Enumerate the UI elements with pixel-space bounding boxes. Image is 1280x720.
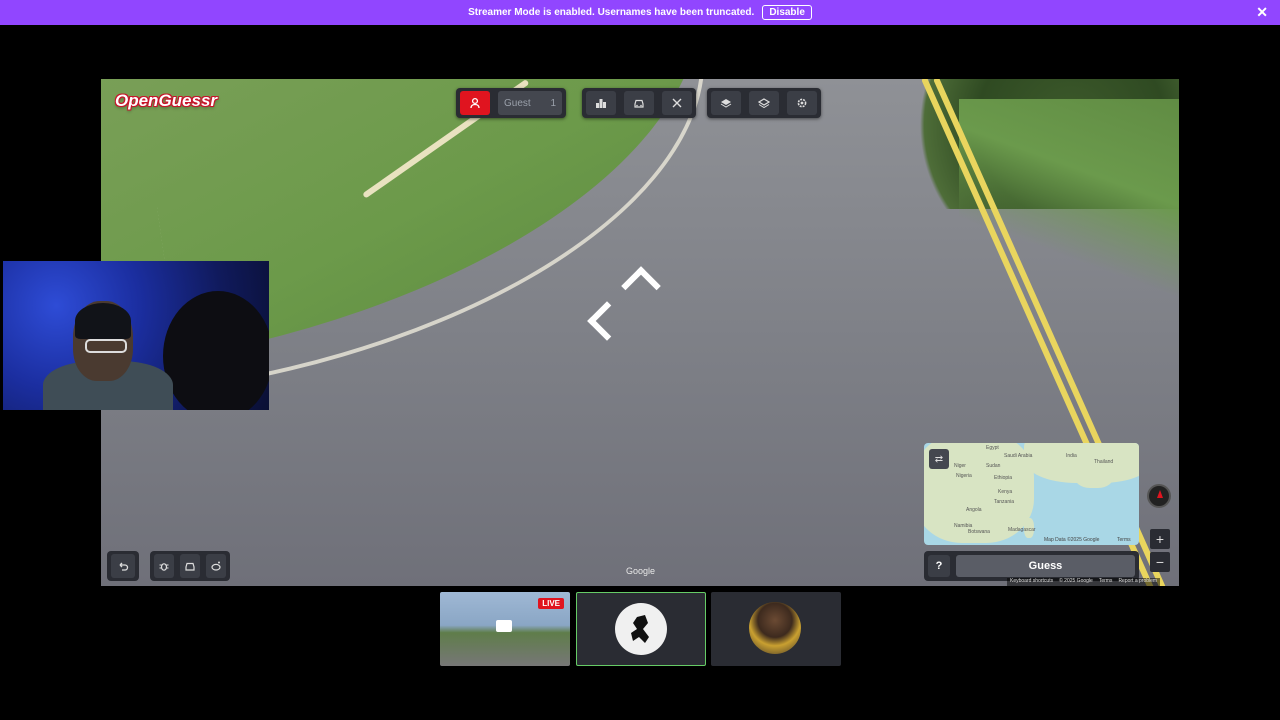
battle-mode-button[interactable] — [662, 91, 692, 115]
google-logo: Google — [626, 566, 656, 576]
player-thumbnail[interactable] — [711, 592, 841, 666]
zoom-out-button[interactable]: − — [1150, 552, 1170, 572]
close-icon[interactable]: ✕ — [1256, 5, 1268, 19]
car-icon — [634, 99, 644, 108]
map-footer: Keyboard shortcuts © 2025 Google Terms R… — [1007, 578, 1161, 586]
map-label: Ethiopia — [994, 475, 1013, 481]
map-label: Nigeria — [956, 473, 972, 479]
compass-icon[interactable] — [1147, 484, 1171, 508]
player-name: Guest — [504, 97, 531, 109]
map-terms-link[interactable]: Terms — [1117, 537, 1131, 543]
map-label: Sudan — [986, 463, 1001, 469]
reddit-button[interactable] — [206, 554, 226, 578]
gear-icon — [797, 98, 807, 108]
undo-icon — [119, 562, 129, 571]
streamer-mode-banner: Streamer Mode is enabled. Usernames have… — [0, 0, 1280, 25]
zoom-in-button[interactable]: + — [1150, 529, 1170, 549]
leaderboard-button[interactable] — [586, 91, 616, 115]
bottom-tools — [150, 551, 230, 581]
move-forward-arrow[interactable] — [621, 266, 661, 306]
guess-bar: ? Guess — [924, 551, 1139, 581]
openguessr-logo: OpenGuessr — [115, 91, 218, 110]
player-count: 1 — [550, 97, 556, 109]
podium-icon — [596, 99, 606, 108]
character-icon — [631, 615, 649, 643]
map-label: Botswana — [968, 529, 990, 535]
map-label: Kenya — [998, 489, 1013, 495]
crossed-swords-icon — [672, 98, 682, 108]
avatar — [749, 602, 801, 654]
guess-button[interactable]: Guess — [956, 555, 1135, 577]
undo-controls — [107, 551, 139, 581]
return-to-start-button[interactable] — [111, 554, 135, 578]
map-label: Niger — [954, 463, 966, 469]
user-icon — [470, 97, 480, 109]
swap-icon[interactable]: ⇄ — [929, 449, 949, 469]
map-label: India — [1066, 453, 1077, 459]
map-label: Thailand — [1094, 459, 1114, 465]
player-name-field[interactable]: Guest 1 — [498, 91, 562, 115]
car-icon — [185, 562, 195, 571]
map-label: Angola — [966, 507, 982, 513]
bug-icon — [159, 563, 169, 571]
settings-button[interactable] — [787, 91, 817, 115]
streamer-webcam — [3, 261, 269, 410]
copyright-text: © 2025 Google — [1059, 578, 1093, 584]
screen-icon — [496, 620, 512, 632]
avatar — [615, 603, 667, 655]
move-back-arrow[interactable] — [587, 301, 627, 341]
map-credit: Map Data ©2025 Google — [1044, 537, 1100, 543]
keyboard-shortcuts-link[interactable]: Keyboard shortcuts — [1010, 578, 1053, 586]
disable-streamer-mode-button[interactable]: Disable — [762, 5, 812, 20]
map-layer-button[interactable] — [711, 91, 741, 115]
drive-mode-button[interactable] — [624, 91, 654, 115]
map-label: Madagascar — [1008, 527, 1036, 533]
account-button[interactable] — [460, 91, 490, 115]
reddit-icon — [211, 561, 221, 571]
live-badge: LIVE — [538, 598, 564, 609]
report-bug-button[interactable] — [154, 554, 174, 578]
mode-toolbar — [582, 88, 696, 118]
player-thumbnail-active[interactable] — [576, 592, 706, 666]
stream-preview-thumbnail[interactable]: LIVE — [440, 592, 570, 666]
car-button[interactable] — [180, 554, 200, 578]
player-toolbar: Guest 1 — [456, 88, 566, 118]
help-button[interactable]: ? — [928, 555, 950, 577]
map-label: Saudi Arabia — [1004, 453, 1033, 459]
map-label: Tanzania — [994, 499, 1015, 505]
settings-toolbar — [707, 88, 821, 118]
map-label: Egypt — [986, 445, 999, 451]
layers-icon — [720, 99, 732, 108]
report-problem-link[interactable]: Report a problem — [1118, 578, 1157, 586]
terms-link[interactable]: Terms — [1099, 578, 1113, 586]
map-style-button[interactable] — [749, 91, 779, 115]
banner-message: Streamer Mode is enabled. Usernames have… — [468, 7, 755, 18]
guess-minimap[interactable]: Egypt Saudi Arabia Niger Sudan India Tha… — [924, 443, 1139, 545]
layers-alt-icon — [758, 98, 770, 109]
